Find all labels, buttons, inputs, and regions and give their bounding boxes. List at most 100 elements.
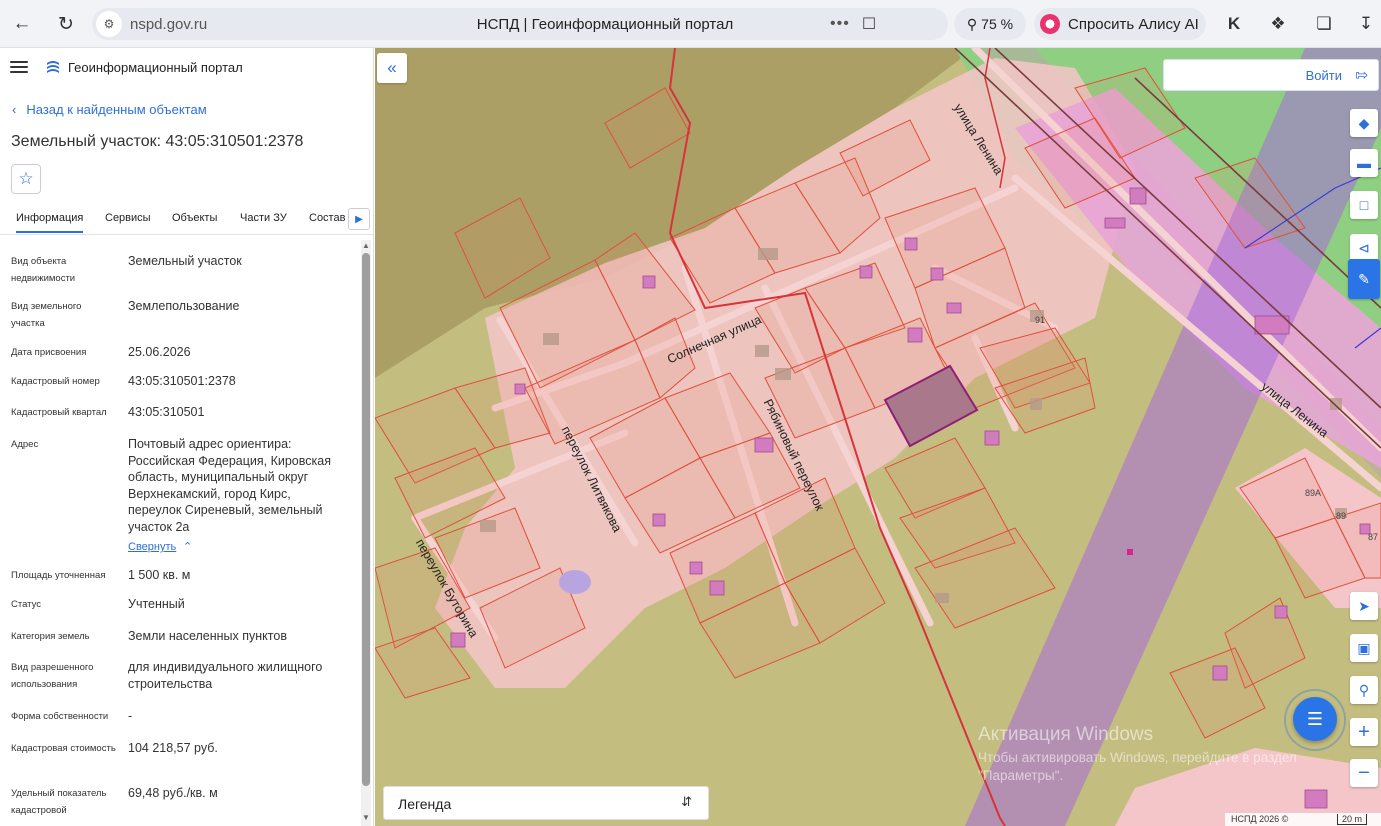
prop-value: для индивидуального жилищного строительс… bbox=[128, 660, 323, 691]
login-icon: ⇰ bbox=[1355, 67, 1368, 84]
scrollbar-thumb[interactable] bbox=[362, 253, 370, 786]
legend-label: Легенда bbox=[398, 796, 452, 812]
prop-label: Дата присвоения bbox=[11, 347, 87, 358]
prop-label: Вид земельного участка bbox=[11, 301, 82, 329]
extensions-icon[interactable]: ❖ bbox=[1266, 12, 1290, 36]
map-canvas[interactable]: улица Ленина Солнечная улица Рябиновый п… bbox=[375, 48, 1381, 826]
reload-icon[interactable]: ↻ bbox=[52, 10, 80, 38]
url-text: nspd.gov.ru bbox=[130, 15, 208, 33]
scroll-up-icon[interactable]: ▲ bbox=[362, 241, 370, 250]
alice-icon bbox=[1040, 14, 1060, 34]
legend-dropdown[interactable]: Легенда ⇵ bbox=[383, 786, 709, 820]
zoom-icon: ⚲ bbox=[966, 15, 978, 32]
prop-value: Земли населенных пунктов bbox=[128, 629, 287, 643]
parcel-number: 91 bbox=[1035, 315, 1046, 325]
marker-search-button[interactable]: ⚲ bbox=[1350, 676, 1378, 704]
share-icon: ⊲ bbox=[1358, 239, 1370, 256]
scale-bar: 20 m bbox=[1337, 814, 1368, 825]
tab-services[interactable]: Сервисы bbox=[105, 212, 151, 224]
layers-button[interactable]: ◆ bbox=[1350, 109, 1378, 137]
parcel-number: 87 bbox=[1368, 532, 1379, 542]
kinopoisk-extension-icon[interactable]: K bbox=[1222, 12, 1246, 36]
gosuslugi-button[interactable]: ✎ bbox=[1348, 259, 1380, 299]
prop-label: Категория земель bbox=[11, 631, 90, 642]
prop-label: Форма собственности bbox=[11, 711, 109, 722]
panel-icon: ▣ bbox=[1357, 639, 1371, 656]
chat-button[interactable]: ☰ bbox=[1293, 697, 1337, 741]
page-title: НСПД | Геоинформационный портал bbox=[476, 15, 734, 33]
prop-value: Земельный участок bbox=[128, 254, 242, 268]
tab-info[interactable]: Информация bbox=[16, 212, 84, 233]
zoom-value: 75 % bbox=[981, 16, 1014, 32]
tab-parts[interactable]: Части ЗУ bbox=[240, 212, 287, 224]
back-link-label: Назад к найденным объектам bbox=[26, 102, 207, 117]
tab-objects[interactable]: Объекты bbox=[172, 212, 217, 224]
ruler-icon: ▬ bbox=[1357, 155, 1371, 171]
map-layers bbox=[375, 48, 1381, 826]
portal-name: Геоинформационный портал bbox=[68, 60, 243, 75]
chevron-updown-icon: ⇵ bbox=[681, 794, 692, 809]
prop-label: Кадастровый номер bbox=[11, 376, 100, 387]
tab-composition[interactable]: Состав bbox=[309, 212, 345, 224]
back-arrow-icon[interactable]: ← bbox=[8, 10, 36, 38]
double-chevron-left-icon: « bbox=[387, 58, 397, 77]
parcel-number: 89А bbox=[1305, 488, 1322, 498]
prop-label: Статус bbox=[11, 599, 42, 610]
zoom-in-button[interactable]: + bbox=[1350, 718, 1378, 746]
prop-value: 43:05:310501 bbox=[128, 405, 205, 419]
prop-value: 69,48 руб./кв. м bbox=[128, 786, 218, 800]
layers-icon: ◆ bbox=[1358, 114, 1370, 131]
attribution-text: НСПД 2026 © bbox=[1231, 814, 1289, 824]
zoom-in-icon: + bbox=[1358, 720, 1370, 743]
menu-icon[interactable] bbox=[10, 58, 28, 78]
alice-assistant-button[interactable]: Спросить Алису AI bbox=[1034, 8, 1206, 40]
scroll-down-icon[interactable]: ▼ bbox=[362, 813, 370, 822]
prop-value: Землепользование bbox=[128, 299, 240, 313]
favorite-button[interactable]: ☆ bbox=[11, 164, 41, 194]
bookmark-icon[interactable]: ☐ bbox=[862, 14, 876, 34]
object-title: Земельный участок: 43:05:310501:2378 bbox=[11, 133, 304, 150]
collapse-panel-button[interactable]: « bbox=[377, 53, 407, 83]
prop-label: Вид объекта недвижимости bbox=[11, 256, 76, 284]
login-button[interactable]: Войти ⇰ bbox=[1163, 59, 1379, 91]
tabs-next-button[interactable]: ▶ bbox=[348, 208, 370, 230]
prop-label: Удельный показатель кадастровой bbox=[11, 788, 107, 816]
collections-icon[interactable]: ❏ bbox=[1312, 12, 1336, 36]
browser-toolbar: ← ↻ ⚙ nspd.gov.ru НСПД | Геоинформационн… bbox=[0, 0, 1381, 48]
back-to-results-link[interactable]: ‹ Назад к найденным объектам bbox=[12, 102, 207, 117]
star-icon: ☆ bbox=[18, 169, 34, 188]
chevron-left-icon: ‹ bbox=[12, 102, 17, 117]
map-attribution: НСПД 2026 © 20 m bbox=[1225, 813, 1381, 826]
prop-value: 25.06.2026 bbox=[128, 345, 191, 359]
object-tabs: Информация Сервисы Объекты Части ЗУ Сост… bbox=[0, 207, 373, 235]
download-icon[interactable]: ↧ bbox=[1354, 12, 1378, 36]
portal-logo-icon bbox=[47, 61, 59, 73]
alice-label: Спросить Алису AI bbox=[1068, 15, 1199, 33]
login-label: Войти bbox=[1305, 68, 1342, 83]
collapse-address-link[interactable]: Свернуть bbox=[128, 541, 176, 553]
prop-value: 43:05:310501:2378 bbox=[128, 374, 236, 388]
parcel-number: 89 bbox=[1336, 511, 1347, 521]
select-area-button[interactable]: □ bbox=[1350, 191, 1378, 219]
prop-label: Вид разрешенного использования bbox=[11, 662, 94, 690]
zoom-out-icon: − bbox=[1358, 761, 1370, 784]
prop-value-address: Почтовый адрес ориентира: Российская Фед… bbox=[128, 437, 331, 534]
panel-button[interactable]: ▣ bbox=[1350, 634, 1378, 662]
address-bar[interactable]: ⚙ nspd.gov.ru НСПД | Геоинформационный п… bbox=[92, 8, 948, 40]
prop-label: Площадь уточненная bbox=[11, 570, 106, 581]
document-icon: ✎ bbox=[1358, 270, 1370, 287]
zoom-indicator[interactable]: ⚲ 75 % bbox=[954, 8, 1026, 40]
share-button[interactable]: ⊲ bbox=[1350, 234, 1378, 262]
chevron-up-icon[interactable]: ⌃ bbox=[183, 540, 192, 553]
prop-value: 1 500 кв. м bbox=[128, 568, 191, 582]
site-settings-icon[interactable]: ⚙ bbox=[96, 11, 122, 37]
ruler-button[interactable]: ▬ bbox=[1350, 149, 1378, 177]
chevron-right-icon: ▶ bbox=[355, 213, 363, 225]
prop-value: 104 218,57 руб. bbox=[128, 741, 218, 755]
more-icon[interactable]: ••• bbox=[830, 15, 850, 33]
prop-label: Адрес bbox=[11, 439, 39, 450]
windows-activation-title: Активация Windows bbox=[978, 724, 1154, 745]
select-area-icon: □ bbox=[1359, 197, 1369, 213]
prop-label: Кадастровый квартал bbox=[11, 407, 107, 418]
locate-button[interactable]: ➤ bbox=[1350, 592, 1378, 620]
